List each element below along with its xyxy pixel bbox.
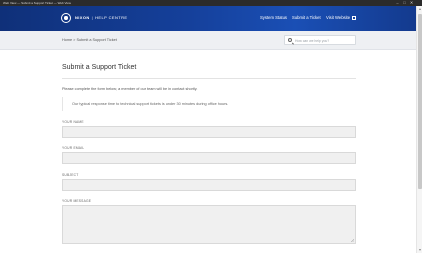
- message-textarea[interactable]: [62, 205, 356, 244]
- subject-field[interactable]: [62, 179, 356, 191]
- page-scrollbar[interactable]: [416, 6, 422, 253]
- external-link-icon: [352, 16, 356, 20]
- brand-name: NIXON: [75, 15, 90, 20]
- title-divider: [62, 78, 356, 79]
- email-label: YOUR EMAIL: [62, 146, 85, 150]
- response-time-text: Our typical response time to technical s…: [72, 102, 229, 106]
- nav-system-status[interactable]: System Status: [260, 15, 287, 20]
- page-title: Submit a Support Ticket: [62, 64, 137, 71]
- brand[interactable]: NIXON | HELP CENTRE: [75, 15, 127, 20]
- search-icon: [288, 38, 292, 43]
- nav-visit-website-label: Visit Website: [326, 15, 351, 20]
- name-field[interactable]: [62, 126, 356, 138]
- message-label: YOUR MESSAGE: [62, 199, 92, 203]
- scrollbar-thumb[interactable]: [418, 14, 422, 189]
- logo-icon[interactable]: [61, 13, 71, 23]
- search-input[interactable]: How can we help you?: [284, 35, 356, 45]
- form-intro: Please complete the form below; a member…: [62, 87, 198, 91]
- site-header: NIXON | HELP CENTRE System Status Submit a…: [0, 6, 422, 31]
- response-time-note: Our typical response time to technical s…: [62, 97, 356, 111]
- nav-submit-ticket[interactable]: Submit a Ticket: [292, 15, 321, 20]
- brand-section: HELP CENTRE: [95, 15, 128, 20]
- breadcrumb-bar: Home > Submit a Support Ticket: [0, 31, 422, 50]
- scroll-down-icon[interactable]: [418, 249, 421, 251]
- brand-separator: |: [91, 15, 94, 20]
- nav-visit-website[interactable]: Visit Website: [326, 15, 356, 20]
- breadcrumb[interactable]: Home > Submit a Support Ticket: [62, 38, 117, 42]
- resize-handle-icon[interactable]: [351, 239, 354, 242]
- email-field[interactable]: [62, 152, 356, 164]
- search-placeholder: How can we help you?: [295, 39, 330, 43]
- subject-label: SUBJECT: [62, 173, 79, 177]
- name-label: YOUR NAME: [62, 120, 84, 124]
- scroll-up-icon[interactable]: [418, 8, 421, 10]
